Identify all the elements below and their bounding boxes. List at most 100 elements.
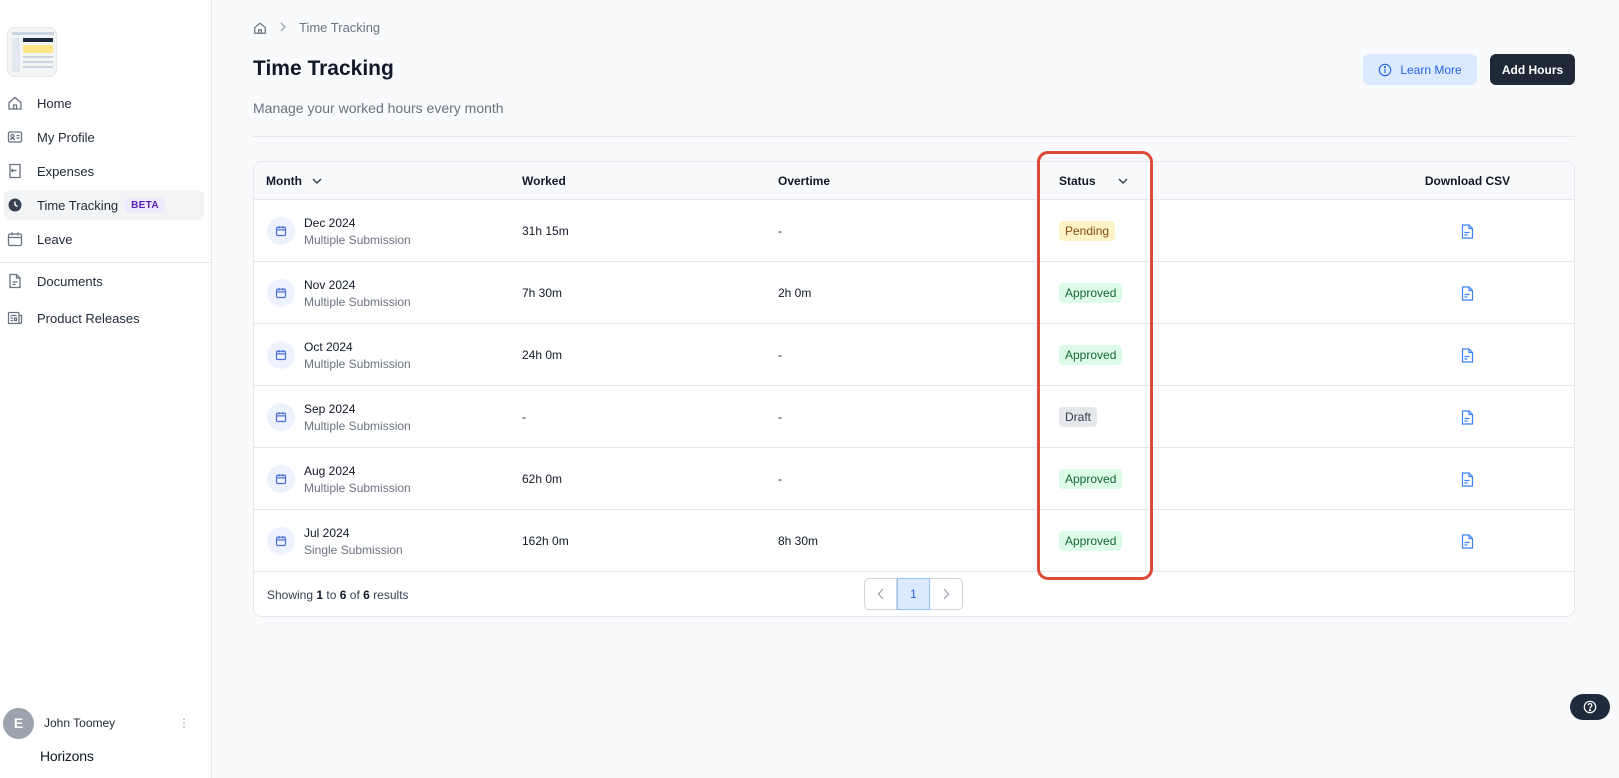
submission-type: Multiple Submission [304, 480, 411, 495]
table-row: Aug 2024 Multiple Submission 62h 0m - App… [254, 448, 1574, 510]
sidebar-item-time-tracking[interactable]: Time Tracking BETA [4, 190, 204, 220]
document-icon [6, 272, 24, 290]
sidebar-divider [0, 262, 212, 263]
worked-value: 7h 30m [522, 286, 563, 300]
sidebar-item-label: My Profile [37, 129, 95, 145]
calendar-icon [267, 527, 295, 555]
profile-card-icon [6, 128, 24, 146]
download-csv-icon[interactable] [1461, 285, 1474, 301]
clock-icon [6, 196, 24, 214]
column-header-download-csv: Download CSV [1424, 174, 1511, 188]
month-name: Nov 2024 [304, 277, 356, 292]
receipt-icon [6, 162, 24, 180]
status-badge: Approved [1059, 469, 1123, 489]
calendar-icon [267, 279, 295, 307]
chevron-right-icon [279, 20, 287, 35]
calendar-icon [267, 217, 295, 245]
pagination: 1 [864, 578, 963, 610]
learn-more-button[interactable]: Learn More [1363, 54, 1477, 85]
breadcrumb: Time Tracking [253, 20, 380, 35]
table-row: Jul 2024 Single Submission 162h 0m 8h 30m… [254, 510, 1574, 572]
submission-type: Multiple Submission [304, 356, 411, 371]
user-menu[interactable]: E John Toomey ⋮ [0, 707, 204, 739]
chevron-down-icon [1118, 177, 1128, 185]
header-divider [253, 136, 1575, 137]
month-name: Sep 2024 [304, 401, 356, 416]
home-icon[interactable] [253, 21, 267, 35]
download-csv-icon[interactable] [1461, 533, 1474, 549]
status-badge: Pending [1059, 221, 1116, 241]
worked-value: 62h 0m [522, 472, 563, 486]
overtime-value: 2h 0m [778, 286, 812, 300]
sidebar-item-label: Home [37, 95, 72, 111]
worked-value: - [522, 410, 526, 424]
calendar-icon [267, 403, 295, 431]
status-badge: Approved [1059, 531, 1123, 551]
avatar: E [3, 707, 34, 739]
worked-value: 24h 0m [522, 348, 563, 362]
kebab-menu-icon[interactable]: ⋮ [178, 717, 190, 729]
beta-badge: BETA [125, 197, 165, 213]
newspaper-icon [6, 309, 24, 327]
sidebar-item-label: Product Releases [37, 310, 140, 326]
submission-type: Multiple Submission [304, 418, 411, 433]
sidebar-item-expenses[interactable]: Expenses [0, 156, 204, 186]
submission-type: Single Submission [304, 542, 403, 557]
table-row: Sep 2024 Multiple Submission - - Draft [254, 386, 1574, 448]
status-badge: Draft [1059, 407, 1098, 427]
info-icon [1378, 63, 1392, 77]
column-header-status[interactable]: Status [1059, 162, 1128, 200]
sidebar-item-leave[interactable]: Leave [0, 224, 204, 254]
app-logo-thumbnail[interactable] [7, 27, 57, 77]
page-subtitle: Manage your worked hours every month [253, 100, 504, 116]
sidebar-item-home[interactable]: Home [0, 88, 204, 118]
next-page-button[interactable] [930, 578, 963, 610]
status-badge: Approved [1059, 345, 1123, 365]
sidebar-item-label: Expenses [37, 163, 95, 179]
column-header-month[interactable]: Month [266, 162, 322, 200]
download-csv-icon[interactable] [1461, 347, 1474, 363]
sidebar-item-label: Documents [37, 273, 103, 289]
chevron-right-icon [942, 588, 950, 600]
sidebar-item-label: Leave [37, 231, 73, 247]
overtime-value: - [778, 472, 782, 486]
results-summary: Showing 1 to 6 of 6 results [267, 588, 409, 602]
sidebar: Home My Profile Expenses Time Tracking B… [0, 0, 212, 778]
download-csv-icon[interactable] [1461, 223, 1474, 239]
page-title: Time Tracking [253, 57, 394, 80]
calendar-icon [267, 341, 295, 369]
sidebar-item-my-profile[interactable]: My Profile [0, 122, 204, 152]
download-csv-icon[interactable] [1461, 471, 1474, 487]
download-csv-icon[interactable] [1461, 409, 1474, 425]
question-icon [1583, 700, 1597, 714]
submission-type: Multiple Submission [304, 294, 411, 309]
breadcrumb-current: Time Tracking [299, 20, 381, 35]
worked-value: 162h 0m [522, 534, 569, 548]
table-row: Oct 2024 Multiple Submission 24h 0m - App… [254, 324, 1574, 386]
overtime-value: - [778, 224, 782, 238]
add-hours-button[interactable]: Add Hours [1490, 54, 1575, 85]
submission-type: Multiple Submission [304, 232, 411, 247]
overtime-value: - [778, 348, 782, 362]
sidebar-item-documents[interactable]: Documents [0, 266, 204, 296]
brand-logo: Horizons [40, 748, 94, 764]
overtime-value: - [778, 410, 782, 424]
sidebar-item-product-releases[interactable]: Product Releases [0, 303, 204, 333]
month-name: Aug 2024 [304, 463, 356, 478]
column-header-overtime: Overtime [778, 174, 831, 188]
status-badge: Approved [1059, 283, 1123, 303]
previous-page-button[interactable] [864, 578, 897, 610]
time-tracking-table: Month Worked Overtime Status Download CS… [253, 161, 1575, 617]
calendar-icon [267, 465, 295, 493]
calendar-icon [6, 230, 24, 248]
worked-value: 31h 15m [522, 224, 569, 238]
help-button[interactable] [1570, 694, 1610, 720]
table-row: Dec 2024 Multiple Submission 31h 15m - Pe… [254, 200, 1574, 262]
chevron-down-icon [312, 177, 322, 185]
home-icon [6, 94, 24, 112]
page-1-button[interactable]: 1 [897, 578, 930, 610]
month-name: Jul 2024 [304, 525, 350, 540]
learn-more-label: Learn More [1400, 62, 1462, 77]
table-row: Nov 2024 Multiple Submission 7h 30m 2h 0m… [254, 262, 1574, 324]
table-header: Month Worked Overtime Status Download CS… [254, 162, 1574, 200]
